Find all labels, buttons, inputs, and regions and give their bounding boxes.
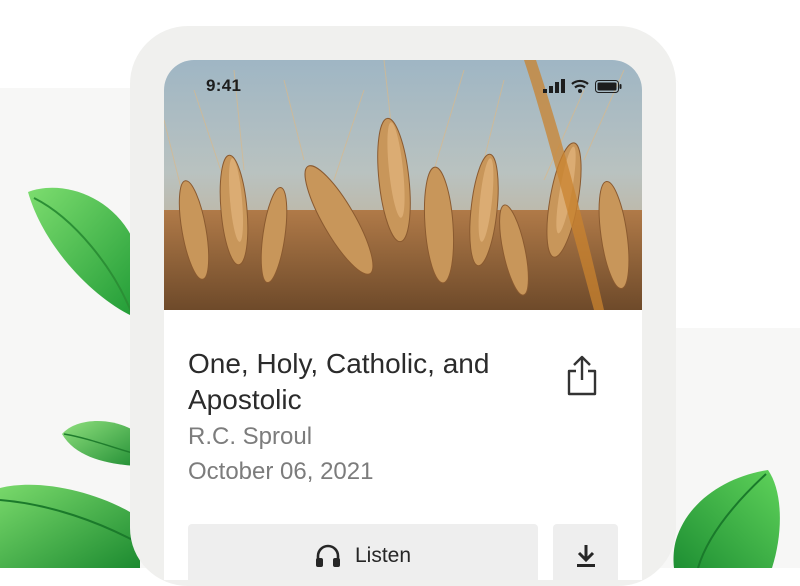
leaf-decoration-upper-left bbox=[28, 187, 141, 316]
status-time: 9:41 bbox=[206, 76, 242, 95]
download-icon bbox=[576, 545, 595, 567]
listen-button[interactable]: Listen bbox=[188, 524, 538, 580]
download-button[interactable] bbox=[553, 524, 618, 580]
status-bar: 9:41 bbox=[164, 60, 642, 112]
sermon-date: October 06, 2021 bbox=[188, 458, 374, 485]
cellular-signal-icon bbox=[543, 79, 565, 93]
battery-icon bbox=[595, 79, 622, 93]
leaf-decoration-middle-left bbox=[62, 421, 137, 466]
status-icons bbox=[543, 79, 622, 93]
listen-label: Listen bbox=[354, 544, 412, 567]
share-icon bbox=[567, 355, 597, 396]
share-button[interactable] bbox=[562, 354, 602, 398]
sermon-speaker: R.C. Sproul bbox=[188, 423, 313, 450]
leaf-decoration-lower-left bbox=[0, 484, 140, 568]
phone-screen: 9:41 One, Holy, Catholic, and Apostolic … bbox=[164, 60, 642, 580]
leaf-decoration-right bbox=[673, 470, 780, 568]
headphones-icon bbox=[315, 544, 340, 567]
sermon-title: One, Holy, Catholic, and Apostolic bbox=[188, 348, 490, 415]
wifi-icon bbox=[571, 79, 589, 93]
